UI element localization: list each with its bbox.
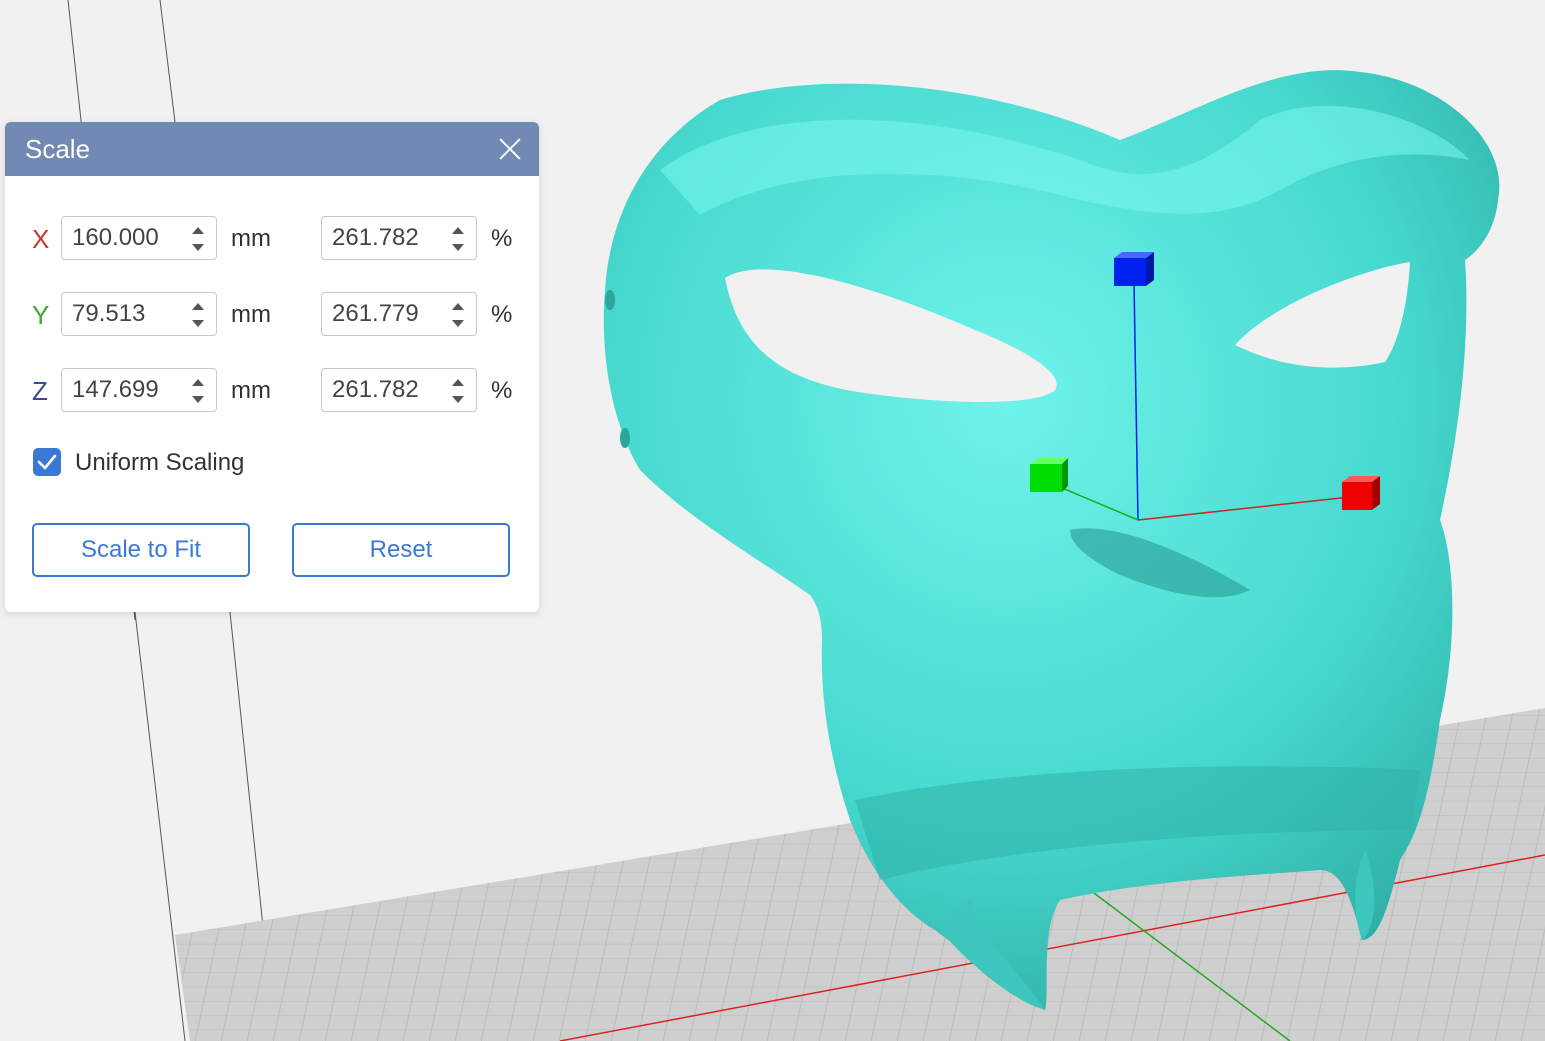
z-percent-field[interactable] <box>332 375 442 405</box>
increment-arrow-icon[interactable] <box>192 227 204 234</box>
mm-unit-label: mm <box>231 225 271 252</box>
dialog-title: Scale <box>25 134 91 164</box>
decrement-arrow-icon[interactable] <box>192 320 204 327</box>
dialog-header: Scale <box>5 122 539 176</box>
scale-dialog: Scale X mm % Y mm % <box>5 122 539 612</box>
increment-arrow-icon[interactable] <box>452 379 464 386</box>
uniform-scaling-option[interactable]: Uniform Scaling <box>33 448 433 482</box>
percent-unit-label: % <box>491 377 513 404</box>
decrement-arrow-icon[interactable] <box>452 320 464 327</box>
x-mm-input[interactable] <box>61 216 217 260</box>
increment-arrow-icon[interactable] <box>452 227 464 234</box>
checkmark-icon <box>37 454 57 470</box>
percent-unit-label: % <box>491 301 513 328</box>
z-mm-input[interactable] <box>61 368 217 412</box>
mm-unit-label: mm <box>231 377 271 404</box>
scale-row-x: X mm % <box>5 216 539 264</box>
reset-button[interactable]: Reset <box>292 523 510 577</box>
increment-arrow-icon[interactable] <box>192 303 204 310</box>
build-volume-edge <box>134 611 186 1041</box>
z-percent-input[interactable] <box>321 368 477 412</box>
increment-arrow-icon[interactable] <box>452 303 464 310</box>
scale-row-y: Y mm % <box>5 292 539 340</box>
axis-label-z: Z <box>32 376 48 406</box>
gizmo-x-handle[interactable] <box>1342 476 1380 510</box>
mm-unit-label: mm <box>231 301 271 328</box>
close-icon[interactable] <box>493 132 527 166</box>
increment-arrow-icon[interactable] <box>192 379 204 386</box>
uniform-scaling-checkbox[interactable] <box>33 448 61 476</box>
x-mm-field[interactable] <box>72 223 182 253</box>
build-volume-edge <box>159 0 176 123</box>
axis-label-x: X <box>32 224 50 254</box>
z-mm-field[interactable] <box>72 375 182 405</box>
decrement-arrow-icon[interactable] <box>192 396 204 403</box>
scale-to-fit-button[interactable]: Scale to Fit <box>32 523 250 577</box>
gizmo-z-handle[interactable] <box>1114 252 1154 286</box>
gizmo-y-handle[interactable] <box>1030 458 1068 492</box>
y-mm-field[interactable] <box>72 299 182 329</box>
percent-unit-label: % <box>491 225 513 252</box>
x-percent-field[interactable] <box>332 223 442 253</box>
decrement-arrow-icon[interactable] <box>452 244 464 251</box>
axis-label-y: Y <box>32 300 50 330</box>
x-percent-input[interactable] <box>321 216 477 260</box>
decrement-arrow-icon[interactable] <box>192 244 204 251</box>
y-percent-field[interactable] <box>332 299 442 329</box>
scale-row-z: Z mm % <box>5 368 539 416</box>
uniform-scaling-label: Uniform Scaling <box>75 449 245 476</box>
y-percent-input[interactable] <box>321 292 477 336</box>
decrement-arrow-icon[interactable] <box>452 396 464 403</box>
y-mm-input[interactable] <box>61 292 217 336</box>
